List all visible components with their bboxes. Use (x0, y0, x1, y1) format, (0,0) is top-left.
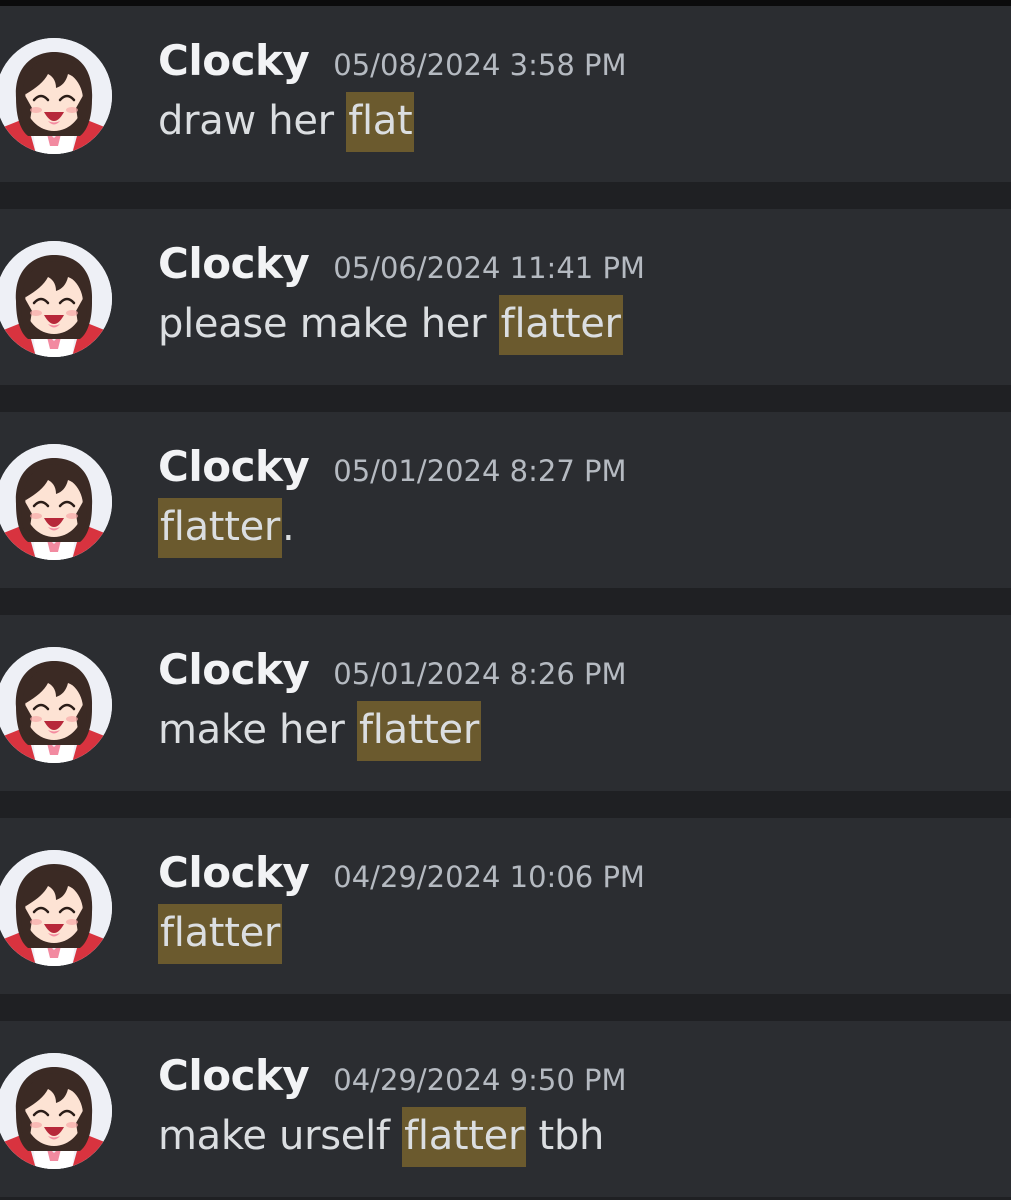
message-text-before: make urself (158, 1113, 403, 1159)
search-highlight: flatter (158, 904, 283, 964)
message-text-before: please make her (158, 301, 499, 347)
message-text-before: make her (158, 707, 357, 753)
timestamp: 04/29/2024 10:06 PM (333, 860, 645, 894)
timestamp: 05/01/2024 8:27 PM (333, 454, 627, 488)
timestamp: 04/29/2024 9:50 PM (333, 1063, 627, 1097)
user-avatar-icon[interactable] (0, 647, 112, 763)
timestamp: 05/08/2024 3:58 PM (333, 48, 627, 82)
username[interactable]: Clocky (158, 36, 310, 85)
timestamp: 05/01/2024 8:26 PM (333, 657, 627, 691)
message-card[interactable]: Clocky 04/29/2024 10:06 PM flatter (0, 818, 1011, 994)
message-card[interactable]: Clocky 05/01/2024 8:27 PM flatter. (0, 412, 1011, 588)
username[interactable]: Clocky (158, 442, 310, 491)
message-text: make her flatter (158, 701, 481, 761)
user-avatar-icon[interactable] (0, 241, 112, 357)
user-avatar-icon[interactable] (0, 38, 112, 154)
timestamp: 05/06/2024 11:41 PM (333, 251, 645, 285)
username[interactable]: Clocky (158, 239, 310, 288)
message-card[interactable]: Clocky 05/08/2024 3:58 PM draw her flat (0, 6, 1011, 182)
message-text: draw her flat (158, 92, 415, 152)
user-avatar-icon[interactable] (0, 850, 112, 966)
user-avatar-icon[interactable] (0, 1053, 112, 1169)
message-card[interactable]: Clocky 05/01/2024 8:26 PM make her flatt… (0, 615, 1011, 791)
search-highlight: flatter (158, 498, 283, 558)
message-text: flatter. (158, 498, 295, 558)
message-text: make urself flatter tbh (158, 1107, 605, 1167)
user-avatar-icon[interactable] (0, 444, 112, 560)
search-highlight: flatter (356, 701, 481, 761)
username[interactable]: Clocky (158, 645, 310, 694)
search-highlight: flatter (402, 1107, 527, 1167)
message-card[interactable]: Clocky 05/06/2024 11:41 PM please make h… (0, 209, 1011, 385)
username[interactable]: Clocky (158, 1051, 310, 1100)
username[interactable]: Clocky (158, 848, 310, 897)
message-text-before: draw her (158, 98, 347, 144)
message-card[interactable]: Clocky 04/29/2024 9:50 PM make urself fl… (0, 1021, 1011, 1197)
search-highlight: flatter (498, 295, 623, 355)
message-text-after: tbh (526, 1113, 605, 1159)
search-highlight: flat (346, 92, 415, 152)
search-results-feed: Clocky 05/08/2024 3:58 PM draw her flat … (0, 6, 1011, 1200)
message-text-after: . (282, 504, 295, 550)
message-text: flatter (158, 904, 283, 964)
message-text: please make her flatter (158, 295, 623, 355)
